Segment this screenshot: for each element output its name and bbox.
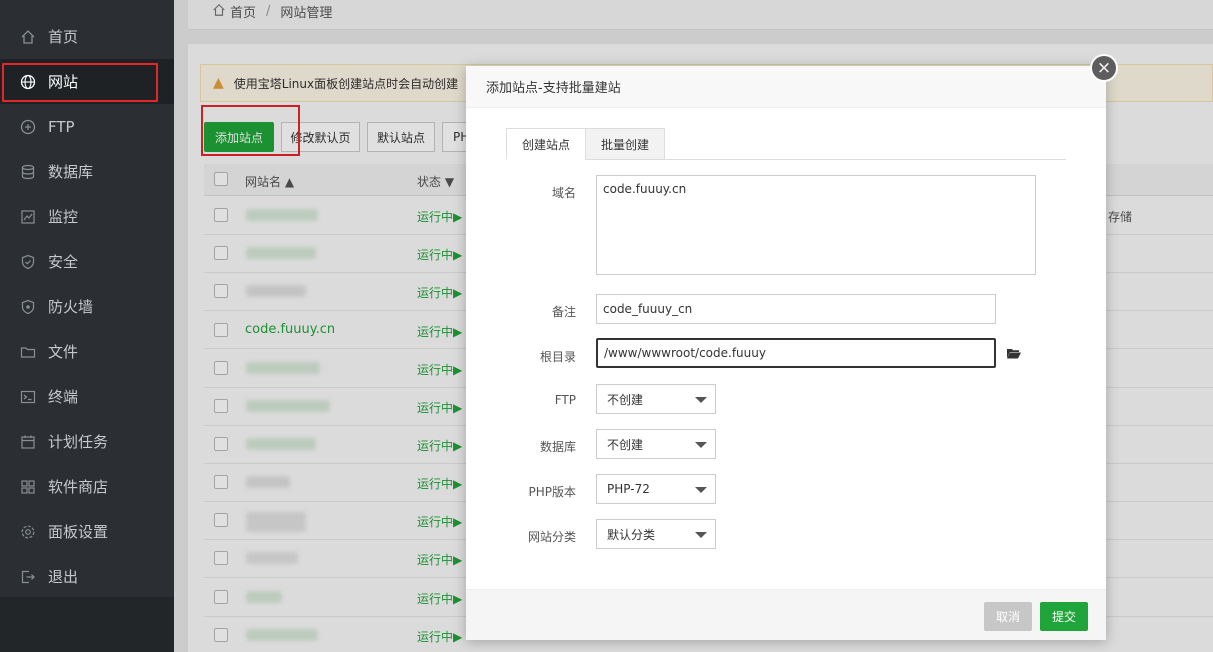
sidebar-item-monitor[interactable]: 监控: [0, 194, 174, 239]
apps-icon: [20, 479, 36, 495]
database-icon: [20, 164, 36, 180]
chevron-down-icon: [695, 442, 707, 448]
chevron-down-icon: [695, 532, 707, 538]
logout-icon: [20, 569, 36, 585]
domain-label: 域名: [551, 186, 576, 200]
ftp-select[interactable]: 不创建: [596, 384, 716, 414]
sidebar-item-settings[interactable]: 面板设置: [0, 509, 174, 554]
remark-input[interactable]: code_fuuuy_cn: [596, 294, 996, 324]
sidebar-item-label: 数据库: [48, 163, 94, 181]
sidebar-footer: [0, 597, 174, 652]
sidebar-item-label: FTP: [48, 117, 75, 136]
sidebar-item-files[interactable]: 文件: [0, 329, 174, 374]
sidebar-item-logout[interactable]: 退出: [0, 554, 174, 599]
cancel-button[interactable]: 取消: [984, 602, 1032, 631]
sidebar-item-label: 防火墙: [48, 298, 94, 316]
sidebar-item-firewall[interactable]: 防火墙: [0, 284, 174, 329]
sidebar-item-label: 软件商店: [48, 478, 109, 496]
sidebar-item-label: 计划任务: [48, 433, 109, 451]
database-select[interactable]: 不创建: [596, 429, 716, 459]
firewall-icon: [20, 299, 36, 315]
shield-icon: [20, 254, 36, 270]
monitor-icon: [20, 209, 36, 225]
sidebar-item-label: 退出: [48, 568, 79, 586]
sidebar-item-label: 监控: [48, 208, 79, 226]
sidebar-item-label: 文件: [48, 343, 79, 361]
domain-textarea[interactable]: code.fuuuy.cn: [596, 175, 1036, 275]
tab-batch-create[interactable]: 批量创建: [585, 128, 665, 160]
sidebar-item-ftp[interactable]: FTP: [0, 104, 174, 149]
folder-open-icon[interactable]: [1007, 348, 1021, 359]
settings-icon: [20, 524, 36, 540]
ftp-icon: [20, 119, 36, 135]
root-dir-input[interactable]: /www/wwwroot/code.fuuuy: [596, 338, 996, 368]
home-icon: [20, 29, 36, 45]
terminal-icon: [20, 389, 36, 405]
sidebar-item-label: 首页: [48, 28, 79, 46]
sidebar-item-store[interactable]: 软件商店: [0, 464, 174, 509]
calendar-icon: [20, 434, 36, 450]
tab-create-site[interactable]: 创建站点: [506, 128, 586, 160]
sidebar-item-home[interactable]: 首页: [0, 14, 174, 59]
dialog-footer: 取消 提交: [466, 589, 1106, 640]
sidebar-item-label: 面板设置: [48, 523, 109, 541]
sidebar-item-label: 终端: [48, 388, 79, 406]
sidebar-item-database[interactable]: 数据库: [0, 149, 174, 194]
php-version-label: PHP版本: [528, 485, 577, 499]
close-icon[interactable]: ×: [1090, 54, 1118, 82]
dialog-title: 添加站点-支持批量建站: [466, 66, 1106, 108]
php-version-select[interactable]: PHP-72: [596, 474, 716, 504]
root-dir-label: 根目录: [539, 350, 576, 364]
submit-button[interactable]: 提交: [1040, 602, 1088, 631]
sidebar-item-security[interactable]: 安全: [0, 239, 174, 284]
database-label: 数据库: [539, 440, 576, 454]
folder-icon: [20, 344, 36, 360]
sidebar-item-cron[interactable]: 计划任务: [0, 419, 174, 464]
category-select[interactable]: 默认分类: [596, 519, 716, 549]
sidebar-item-label: 安全: [48, 253, 79, 271]
dialog-tabs: 创建站点 批量创建: [506, 128, 1066, 160]
sidebar-item-terminal[interactable]: 终端: [0, 374, 174, 419]
chevron-down-icon: [695, 397, 707, 403]
remark-label: 备注: [551, 305, 576, 319]
highlight-box-website: [2, 63, 158, 102]
category-label: 网站分类: [527, 530, 576, 544]
chevron-down-icon: [695, 487, 707, 493]
add-site-dialog: 添加站点-支持批量建站 创建站点 批量创建 域名 code.fuuuy.cn 备…: [466, 66, 1106, 640]
ftp-label: FTP: [554, 393, 576, 407]
